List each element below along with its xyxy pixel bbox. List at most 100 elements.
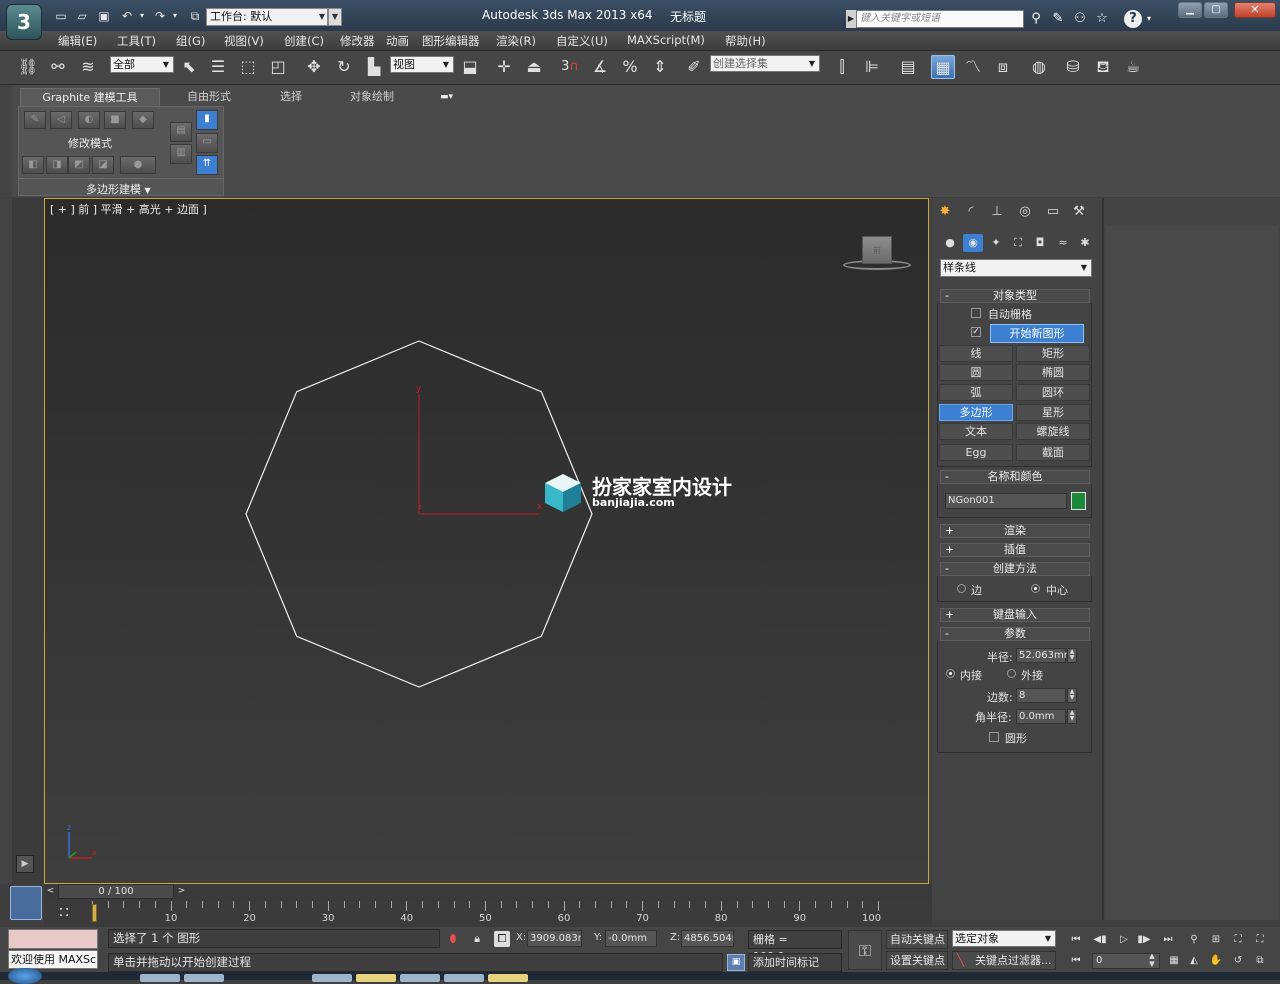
corner-radius-spinner[interactable]: ▲ ▼ <box>1067 709 1077 724</box>
rotate-icon[interactable]: ↻ <box>332 55 356 79</box>
viewcube[interactable]: 前 <box>862 236 892 264</box>
isolate-selection-icon[interactable]: ⬮ <box>445 931 461 947</box>
pan-view-icon[interactable]: ✋ <box>1206 952 1226 969</box>
snap-toggle-icon[interactable]: 3∩ <box>558 55 582 79</box>
corner-radius-input[interactable]: 0.0mm <box>1016 709 1066 724</box>
space-warps-icon[interactable]: ≈ <box>1053 234 1073 252</box>
inscribed-radio[interactable] <box>946 669 955 678</box>
start-new-shape-checkbox[interactable]: ✓ <box>971 327 981 337</box>
viewport-label[interactable]: [ + ] 前 ] 平滑 + 高光 + 边面 ] <box>50 201 207 217</box>
keyboard-entry-rollout-header[interactable]: + 键盘输入 <box>940 608 1090 622</box>
edit-named-selection-icon[interactable]: ✐ <box>682 55 706 79</box>
shape-category-dropdown[interactable]: 样条线 ▼ <box>940 259 1092 277</box>
object-name-input[interactable]: NGon001 <box>945 493 1067 509</box>
name-color-rollout-header[interactable]: - 名称和颜色 <box>940 470 1090 484</box>
key-mode-dropdown[interactable]: 选定对象 ▼ <box>952 930 1056 947</box>
time-configuration-icon[interactable]: ▦ <box>1164 952 1184 969</box>
help-dropdown-icon[interactable]: ▾ <box>1144 10 1154 28</box>
zoom-icon[interactable]: ⚲ <box>1184 931 1204 948</box>
section-button[interactable]: 截面 <box>1016 444 1090 461</box>
display-tab-icon[interactable]: ▭ <box>1042 202 1064 222</box>
selection-lock-icon[interactable]: 🔒︎ <box>469 931 485 947</box>
undo-dropdown-icon[interactable]: ▾ <box>137 8 147 24</box>
expand-arrow-icon[interactable]: ▶ <box>16 855 34 873</box>
taskbar-app[interactable] <box>356 974 396 982</box>
taskbar-app[interactable] <box>444 974 484 982</box>
systems-icon[interactable]: ✱ <box>1075 234 1095 252</box>
ribbon-tool-icon[interactable]: ◧ <box>22 156 44 174</box>
method-edge-radio[interactable] <box>957 584 966 593</box>
taskbar-app[interactable] <box>312 974 352 982</box>
ribbon-tool-icon[interactable]: ◁ <box>50 111 72 129</box>
time-slider[interactable]: 0 / 100 <box>58 884 174 899</box>
set-key-icon[interactable]: ⚿ <box>848 930 882 970</box>
render-setup-icon[interactable]: ⛁ <box>1061 55 1085 79</box>
menu-animation[interactable]: 动画 <box>386 33 409 49</box>
utilities-tab-icon[interactable]: ⚒ <box>1068 202 1090 222</box>
frame-spinner[interactable]: ▲ ▼ <box>1142 952 1162 969</box>
maximize-viewport-icon[interactable]: ⧉ <box>1250 952 1270 969</box>
ribbon-tool-icon[interactable]: ✎ <box>24 111 46 129</box>
workspace-expand-icon[interactable]: ▼ <box>328 8 342 26</box>
y-coordinate-input[interactable]: -0.0mm <box>605 930 657 947</box>
donut-button[interactable]: 圆环 <box>1016 384 1090 401</box>
sides-input[interactable]: 8 <box>1016 688 1066 703</box>
auto-grid-checkbox[interactable] <box>971 308 981 318</box>
menu-modifiers[interactable]: 修改器 <box>340 33 375 49</box>
add-time-tag-icon[interactable]: ▣ <box>727 954 745 971</box>
rectangle-button[interactable]: 矩形 <box>1016 345 1090 362</box>
undo-icon[interactable]: ↶ <box>118 8 136 24</box>
method-center-radio[interactable] <box>1031 584 1040 593</box>
angle-snap-icon[interactable]: ∡ <box>588 55 612 79</box>
tab-freeform[interactable]: 自由形式 <box>187 88 231 106</box>
redo-icon[interactable]: ↷ <box>151 8 169 24</box>
ribbon-tool-icon[interactable]: ● <box>120 156 156 174</box>
ribbon-tool-icon[interactable]: ▥ <box>170 144 192 164</box>
zoom-all-icon[interactable]: ⊞ <box>1206 931 1226 948</box>
menu-edit[interactable]: 编辑(E) <box>58 33 97 49</box>
keyboard-shortcut-override-icon[interactable]: ⏏ <box>522 55 546 79</box>
text-button[interactable]: 文本 <box>939 423 1013 440</box>
add-time-tag-button[interactable]: 添加时间标记 <box>748 953 842 972</box>
spinner-snap-icon[interactable]: ⇕ <box>648 55 672 79</box>
egg-button[interactable]: Egg <box>939 444 1013 461</box>
project-folder-icon[interactable]: ⧉ <box>186 8 204 24</box>
hierarchy-tab-icon[interactable]: ⊥ <box>986 202 1008 222</box>
graphite-toggle-icon[interactable]: ▦ <box>931 55 955 79</box>
help-icon[interactable]: ? <box>1124 10 1142 28</box>
radius-input[interactable]: 52.063mm <box>1016 648 1073 663</box>
maxscript-listener-bottom[interactable]: 欢迎使用 MAXSc <box>8 950 98 969</box>
bind-space-warp-icon[interactable]: ≋ <box>76 55 100 79</box>
taskbar-app[interactable] <box>140 974 180 982</box>
play-icon[interactable]: ▷ <box>1114 931 1134 948</box>
go-to-start-icon[interactable]: ⏮ <box>1066 931 1086 948</box>
set-key-button[interactable]: 设置关键点 <box>886 951 948 970</box>
current-frame-marker[interactable] <box>92 904 97 922</box>
modify-tab-icon[interactable]: ◜ <box>960 202 982 222</box>
binoculars-icon[interactable]: ⚲ <box>1026 10 1046 28</box>
taskbar-app[interactable] <box>184 974 224 982</box>
radius-spinner[interactable]: ▲ ▼ <box>1067 648 1077 663</box>
circumscribed-radio[interactable] <box>1007 669 1016 678</box>
cameras-icon[interactable]: ⛶ <box>1008 234 1028 252</box>
helix-button[interactable]: 螺旋线 <box>1016 423 1090 440</box>
menu-views[interactable]: 视图(V) <box>224 33 264 49</box>
star-button[interactable]: 星形 <box>1016 404 1090 421</box>
pivot-center-icon[interactable]: ⬓ <box>458 55 482 79</box>
auto-key-button[interactable]: 自动关键点 <box>886 930 948 949</box>
menu-create[interactable]: 创建(C) <box>284 33 324 49</box>
ribbon-tool-icon[interactable]: ⇈ <box>196 155 218 175</box>
maximize-button[interactable]: ▢ <box>1204 2 1228 18</box>
line-button[interactable]: 线 <box>939 345 1013 362</box>
start-new-shape-button[interactable]: 开始新图形 <box>990 324 1084 343</box>
rendering-rollout-header[interactable]: + 渲染 <box>940 524 1090 538</box>
ribbon-tool-icon[interactable]: ▤ <box>170 122 192 142</box>
helpers-icon[interactable]: ◘ <box>1030 234 1050 252</box>
reference-coordinate-dropdown[interactable]: 视图 ▼ <box>390 56 454 73</box>
next-frame-icon[interactable]: ▮▶ <box>1134 931 1154 948</box>
time-next-arrow-icon[interactable]: > <box>175 884 188 899</box>
geometry-icon[interactable]: ● <box>940 234 960 252</box>
scale-icon[interactable]: ▙ <box>362 55 386 79</box>
maxscript-listener-top[interactable] <box>8 929 98 949</box>
object-type-rollout-header[interactable]: - 对象类型 <box>940 289 1090 303</box>
